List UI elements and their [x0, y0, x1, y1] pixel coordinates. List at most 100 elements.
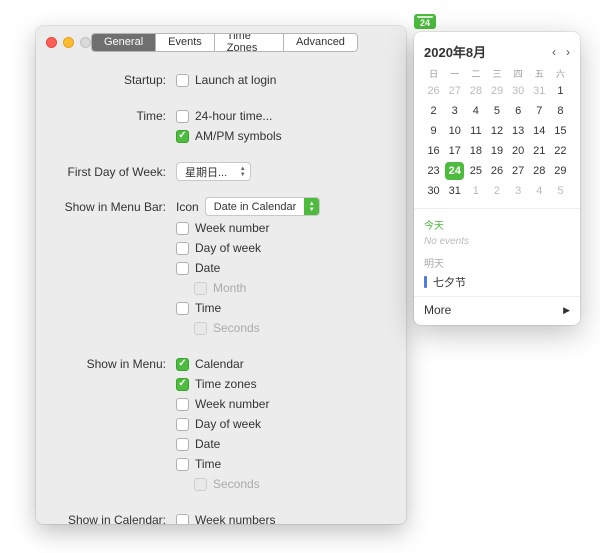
calendar-day[interactable]: 28 — [530, 162, 549, 180]
calendar-dow-header: 二 — [466, 67, 485, 80]
tab-advanced[interactable]: Advanced — [284, 34, 357, 51]
calendar-day[interactable]: 8 — [551, 102, 570, 120]
calendar-day[interactable]: 26 — [487, 162, 506, 180]
calendar-day[interactable]: 3 — [509, 182, 528, 200]
calendar-day[interactable]: 16 — [424, 142, 443, 160]
calendar-day[interactable]: 1 — [551, 82, 570, 100]
calendar-day[interactable]: 6 — [509, 102, 528, 120]
calendar-day[interactable]: 29 — [487, 82, 506, 100]
calendar-day[interactable]: 11 — [466, 122, 485, 140]
checkbox-24hour[interactable] — [176, 110, 189, 123]
tab-general[interactable]: General — [92, 34, 156, 51]
checkbox-menu-timezones[interactable] — [176, 378, 189, 391]
checkbox-ampm[interactable] — [176, 130, 189, 143]
calendar-day[interactable]: 24 — [445, 162, 464, 180]
calendar-day[interactable]: 21 — [530, 142, 549, 160]
checkbox-mb-date[interactable] — [176, 262, 189, 275]
calendar-day[interactable]: 2 — [487, 182, 506, 200]
calendar-day[interactable]: 27 — [445, 82, 464, 100]
prev-month-button[interactable]: ‹ — [552, 45, 556, 59]
calendar-day[interactable]: 5 — [551, 182, 570, 200]
calendar-day[interactable]: 31 — [530, 82, 549, 100]
tab-events[interactable]: Events — [156, 34, 215, 51]
select-first-day[interactable]: 星期日... ▲▼ — [176, 162, 251, 181]
calendar-dow-header: 一 — [445, 67, 464, 80]
calendar-day[interactable]: 19 — [487, 142, 506, 160]
close-icon[interactable] — [46, 37, 57, 48]
calendar-day[interactable]: 4 — [466, 102, 485, 120]
popover-month-title: 2020年8月 — [424, 42, 486, 61]
calendar-dow-header: 四 — [509, 67, 528, 80]
calendar-day[interactable]: 9 — [424, 122, 443, 140]
calendar-day[interactable]: 10 — [445, 122, 464, 140]
preferences-window: General Events Time Zones Advanced Start… — [36, 26, 406, 524]
checkbox-mb-weeknumber[interactable] — [176, 222, 189, 235]
minimize-icon[interactable] — [63, 37, 74, 48]
tomorrow-heading: 明天 — [424, 255, 570, 270]
calendar-day[interactable]: 22 — [551, 142, 570, 160]
checkbox-mb-seconds — [194, 322, 207, 335]
tab-timezones[interactable]: Time Zones — [215, 34, 284, 51]
select-menubar-icon[interactable]: Date in Calendar ▲▼ — [205, 197, 321, 216]
checkbox-launch-at-login[interactable] — [176, 74, 189, 87]
calendar-day[interactable]: 25 — [466, 162, 485, 180]
calendar-dow-header: 五 — [530, 67, 549, 80]
calendar-day[interactable]: 15 — [551, 122, 570, 140]
checkbox-menu-weeknumber[interactable] — [176, 398, 189, 411]
calendar-dow-header: 三 — [487, 67, 506, 80]
calendar-popover: 2020年8月 ‹ › 日一二三四五六262728293031123456789… — [414, 32, 580, 325]
chevron-updown-icon: ▲▼ — [235, 163, 250, 180]
checkbox-mb-month — [194, 282, 207, 295]
calendar-day[interactable]: 4 — [530, 182, 549, 200]
titlebar: General Events Time Zones Advanced — [36, 26, 406, 58]
zoom-icon — [80, 37, 91, 48]
calendar-day[interactable]: 3 — [445, 102, 464, 120]
label-startup: Startup: — [54, 70, 176, 87]
calendar-day[interactable]: 20 — [509, 142, 528, 160]
checkbox-menu-dayofweek[interactable] — [176, 418, 189, 431]
label-calendar: Show in Calendar: — [54, 510, 176, 524]
calendar-day[interactable]: 26 — [424, 82, 443, 100]
label-time: Time: — [54, 106, 176, 123]
calendar-day[interactable]: 5 — [487, 102, 506, 120]
calendar-dow-header: 日 — [424, 67, 443, 80]
calendar-day[interactable]: 17 — [445, 142, 464, 160]
calendar-day[interactable]: 2 — [424, 102, 443, 120]
checkbox-menu-seconds — [194, 478, 207, 491]
checkbox-menu-time[interactable] — [176, 458, 189, 471]
calendar-day[interactable]: 7 — [530, 102, 549, 120]
select-first-day-value: 星期日... — [177, 164, 235, 180]
next-month-button[interactable]: › — [566, 45, 570, 59]
checkbox-menu-date[interactable] — [176, 438, 189, 451]
event-item[interactable]: 七夕节 — [424, 274, 570, 290]
calendar-day[interactable]: 1 — [466, 182, 485, 200]
calendar-day[interactable]: 27 — [509, 162, 528, 180]
calendar-day[interactable]: 18 — [466, 142, 485, 160]
today-heading: 今天 — [424, 217, 570, 232]
calendar-day[interactable]: 29 — [551, 162, 570, 180]
calendar-day[interactable]: 13 — [509, 122, 528, 140]
calendar-dow-header: 六 — [551, 67, 570, 80]
event-title: 七夕节 — [433, 274, 466, 290]
calendar-day[interactable]: 30 — [509, 82, 528, 100]
calendar-day[interactable]: 23 — [424, 162, 443, 180]
label-menubar: Show in Menu Bar: — [54, 197, 176, 214]
label-firstday: First Day of Week: — [54, 162, 176, 179]
calendar-day[interactable]: 28 — [466, 82, 485, 100]
checkbox-mb-time[interactable] — [176, 302, 189, 315]
checkbox-cal-weeknumbers[interactable] — [176, 514, 189, 525]
tab-bar: General Events Time Zones Advanced — [91, 33, 358, 52]
calendar-day[interactable]: 14 — [530, 122, 549, 140]
calendar-day[interactable]: 30 — [424, 182, 443, 200]
checkbox-mb-dayofweek[interactable] — [176, 242, 189, 255]
calendar-day[interactable]: 31 — [445, 182, 464, 200]
calendar-grid: 日一二三四五六262728293031123456789101112131415… — [424, 67, 570, 200]
calendar-day[interactable]: 12 — [487, 122, 506, 140]
menubar-calendar-icon[interactable]: 24 — [414, 14, 436, 29]
event-color-bar — [424, 276, 427, 288]
more-button[interactable]: More ▶ — [414, 296, 580, 319]
checkbox-menu-calendar[interactable] — [176, 358, 189, 371]
chevron-updown-icon: ▲▼ — [304, 198, 319, 215]
content-area: Startup: Launch at login Time: 24-hour t… — [36, 58, 406, 524]
window-controls — [46, 37, 91, 48]
